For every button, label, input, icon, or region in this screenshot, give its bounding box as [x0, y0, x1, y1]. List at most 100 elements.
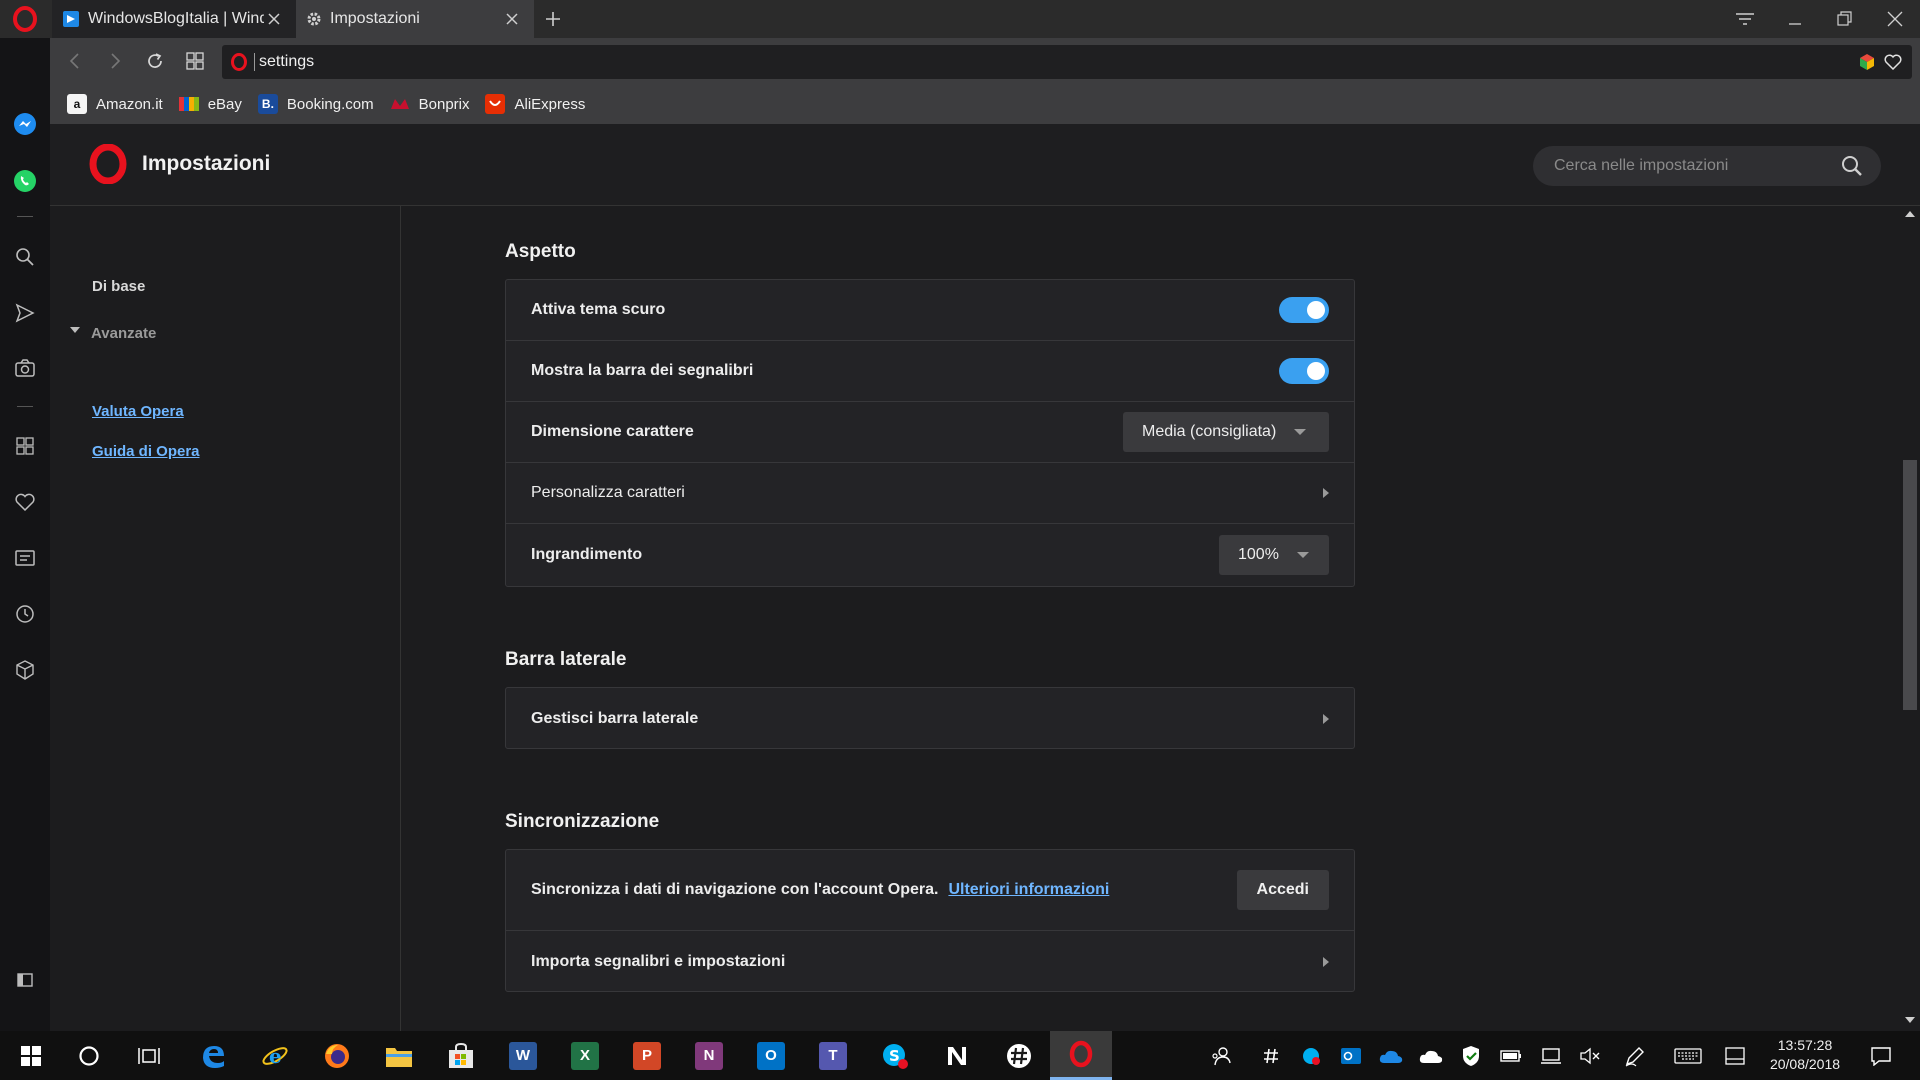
slack-icon[interactable]: [988, 1031, 1050, 1080]
extension-cube-icon[interactable]: [1858, 53, 1876, 71]
whatsapp-icon[interactable]: [10, 166, 40, 196]
bookmark-amazon[interactable]: a Amazon.it: [67, 94, 163, 114]
search-icon[interactable]: [10, 242, 40, 272]
edge-icon[interactable]: [182, 1031, 244, 1080]
font-size-row: Dimensione carattere Media (consigliata): [506, 402, 1354, 463]
outlook-tray-icon[interactable]: [1332, 1031, 1370, 1080]
clock-date: 20/08/2018: [1769, 1056, 1841, 1072]
bookmark-ebay[interactable]: eBay: [178, 94, 242, 114]
bookmarks-bar-row[interactable]: Mostra la barra dei segnalibri: [506, 341, 1354, 402]
bookmarks-bar: a Amazon.it eBay B. Booking.com Bonprix …: [50, 84, 1920, 124]
system-clock[interactable]: 13:57:28 20/08/2018: [1760, 1036, 1850, 1074]
touch-keyboard-icon[interactable]: [1666, 1031, 1710, 1080]
powerpoint-icon[interactable]: P: [616, 1031, 678, 1080]
messenger-icon[interactable]: [10, 109, 40, 139]
amazon-icon: a: [67, 94, 87, 114]
slack-tray-icon[interactable]: [1252, 1031, 1290, 1080]
extensions-cube-icon[interactable]: [10, 655, 40, 685]
settings-search-box[interactable]: [1533, 146, 1881, 186]
bookmarks-heart-icon[interactable]: [10, 487, 40, 517]
tab-windowsblogitalia[interactable]: WindowsBlogItalia | Windows: [52, 0, 296, 38]
dark-theme-toggle[interactable]: [1279, 297, 1329, 323]
opera-help-link[interactable]: Guida di Opera: [92, 443, 200, 460]
battery-icon[interactable]: [1492, 1031, 1530, 1080]
nav-item-advanced[interactable]: Avanzate: [91, 325, 156, 342]
scroll-down-icon[interactable]: [1905, 1016, 1915, 1024]
notion-icon[interactable]: [926, 1031, 988, 1080]
task-view-icon[interactable]: [118, 1031, 180, 1080]
opera-taskbar-icon[interactable]: [1050, 1031, 1112, 1080]
bookmark-booking[interactable]: B. Booking.com: [257, 94, 374, 114]
windows-defender-icon[interactable]: [1452, 1031, 1490, 1080]
zoom-select[interactable]: 100%: [1219, 534, 1329, 575]
restore-icon[interactable]: [1820, 0, 1870, 38]
manage-sidebar-row[interactable]: Gestisci barra laterale: [506, 688, 1354, 749]
close-tab-icon[interactable]: [502, 9, 522, 29]
scroll-up-icon[interactable]: [1905, 210, 1915, 218]
skype-icon[interactable]: S: [864, 1031, 926, 1080]
opera-logo-icon: [13, 6, 37, 32]
bookmark-bonprix[interactable]: Bonprix: [390, 94, 469, 114]
bookmarks-bar-toggle[interactable]: [1279, 358, 1329, 384]
close-window-icon[interactable]: [1870, 0, 1920, 38]
minimize-icon[interactable]: [1770, 0, 1820, 38]
nav-item-basic[interactable]: Di base: [92, 278, 145, 295]
microsoft-store-icon[interactable]: [430, 1031, 492, 1080]
action-center-icon[interactable]: [1862, 1031, 1900, 1080]
people-icon[interactable]: [1202, 1031, 1240, 1080]
back-icon[interactable]: [60, 46, 90, 76]
chevron-right-icon: [1323, 713, 1329, 724]
file-explorer-icon[interactable]: [368, 1031, 430, 1080]
network-icon[interactable]: [1532, 1031, 1570, 1080]
pen-workspace-icon[interactable]: [1616, 1031, 1654, 1080]
onenote-icon[interactable]: N: [678, 1031, 740, 1080]
windows-start-icon[interactable]: [0, 1031, 62, 1080]
onedrive-icon[interactable]: [1412, 1031, 1450, 1080]
svg-text:e: e: [269, 1044, 282, 1068]
heart-icon[interactable]: [1884, 54, 1902, 70]
setting-label: Mostra la barra dei segnalibri: [531, 362, 754, 379]
speed-dial-icon[interactable]: [10, 431, 40, 461]
internet-explorer-icon[interactable]: e: [244, 1031, 306, 1080]
more-info-link[interactable]: Ulteriori informazioni: [948, 881, 1109, 898]
login-button[interactable]: Accedi: [1236, 870, 1329, 910]
setting-label: Attiva tema scuro: [531, 301, 666, 318]
speed-dial-grid-icon[interactable]: [180, 46, 210, 76]
news-icon[interactable]: [10, 543, 40, 573]
import-row[interactable]: Importa segnalibri e impostazioni: [506, 931, 1354, 992]
scrollbar-thumb[interactable]: [1903, 460, 1917, 710]
new-tab-plus-icon[interactable]: [540, 6, 566, 32]
camera-icon[interactable]: [10, 353, 40, 383]
volume-muted-icon[interactable]: [1572, 1031, 1610, 1080]
address-text[interactable]: settings: [254, 53, 314, 71]
outlook-icon[interactable]: O: [740, 1031, 802, 1080]
font-size-select[interactable]: Media (consigliata): [1123, 412, 1329, 452]
word-icon[interactable]: W: [492, 1031, 554, 1080]
bookmark-aliexpress[interactable]: AliExpress: [485, 94, 585, 114]
excel-icon[interactable]: X: [554, 1031, 616, 1080]
close-tab-icon[interactable]: [264, 9, 284, 29]
custom-fonts-row[interactable]: Personalizza caratteri: [506, 463, 1354, 524]
teams-icon[interactable]: T: [802, 1031, 864, 1080]
search-icon[interactable]: [1841, 155, 1863, 177]
forward-icon[interactable]: [100, 46, 130, 76]
send-icon[interactable]: [10, 298, 40, 328]
skype-tray-icon[interactable]: [1292, 1031, 1330, 1080]
firefox-icon[interactable]: [306, 1031, 368, 1080]
opera-menu-button[interactable]: [0, 0, 50, 38]
sidebar-toggle-icon[interactable]: [10, 965, 40, 995]
cortana-icon[interactable]: [58, 1031, 120, 1080]
reload-icon[interactable]: [140, 46, 170, 76]
sync-row: Sincronizza i dati di navigazione con l'…: [506, 850, 1354, 931]
rate-opera-link[interactable]: Valuta Opera: [92, 403, 184, 420]
search-input[interactable]: [1554, 157, 1841, 175]
tablet-mode-icon[interactable]: [1716, 1031, 1754, 1080]
dark-theme-row[interactable]: Attiva tema scuro: [506, 280, 1354, 341]
onedrive-business-icon[interactable]: [1372, 1031, 1410, 1080]
bookmark-label: Amazon.it: [96, 95, 163, 113]
history-clock-icon[interactable]: [10, 599, 40, 629]
setting-label: Ingrandimento: [531, 545, 643, 563]
tab-menu-icon[interactable]: [1720, 0, 1770, 38]
address-bar[interactable]: settings: [222, 45, 1912, 79]
tab-impostazioni[interactable]: Impostazioni: [296, 0, 534, 38]
